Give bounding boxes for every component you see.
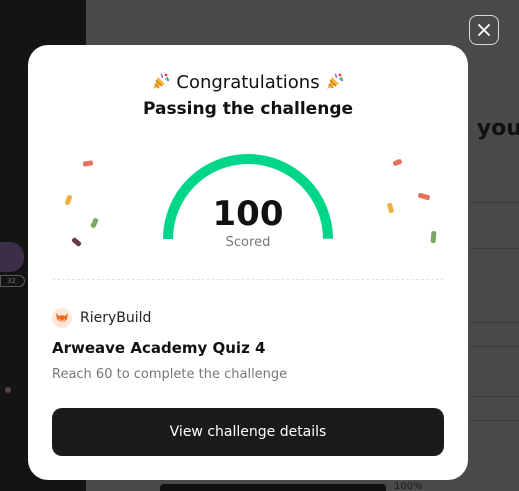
close-button[interactable] (469, 15, 499, 45)
background-progress-bar (160, 484, 386, 491)
confetti-piece (430, 230, 437, 244)
challenge-requirement: Reach 60 to complete the challenge (52, 367, 288, 382)
confetti-piece (82, 160, 94, 167)
background-dot (5, 387, 11, 393)
quiz-title: Arweave Academy Quiz 4 (52, 339, 266, 357)
confetti-piece (64, 194, 73, 206)
background-divider (470, 346, 519, 347)
close-icon (478, 24, 490, 36)
confetti-piece (90, 217, 99, 229)
modal-title: Congratulations (28, 71, 468, 96)
congratulations-modal: Congratulations Passing the challenge 10… (28, 45, 468, 480)
background-divider (470, 420, 519, 421)
background-divider (470, 248, 519, 249)
background-progress-label: 100% (394, 481, 423, 491)
party-popper-icon (151, 71, 171, 96)
view-challenge-details-button[interactable]: View challenge details (52, 408, 444, 456)
background-divider (470, 202, 519, 203)
confetti-piece (392, 158, 403, 167)
background-divider (470, 396, 519, 397)
score-label: Scored (225, 235, 271, 250)
background-avatar-badge: 32 (0, 275, 25, 287)
confetti-piece (417, 192, 431, 201)
confetti-piece (386, 202, 395, 214)
confetti-piece (71, 236, 82, 248)
background-divider (470, 322, 519, 323)
fox-logo-icon (52, 308, 72, 328)
modal-divider (52, 279, 444, 280)
modal-subtitle: Passing the challenge (142, 99, 354, 119)
score-value: 100 (212, 194, 284, 234)
modal-title-text: Congratulations (176, 72, 320, 93)
party-popper-icon (325, 71, 345, 96)
brand-name: RieryBuild (80, 310, 152, 326)
